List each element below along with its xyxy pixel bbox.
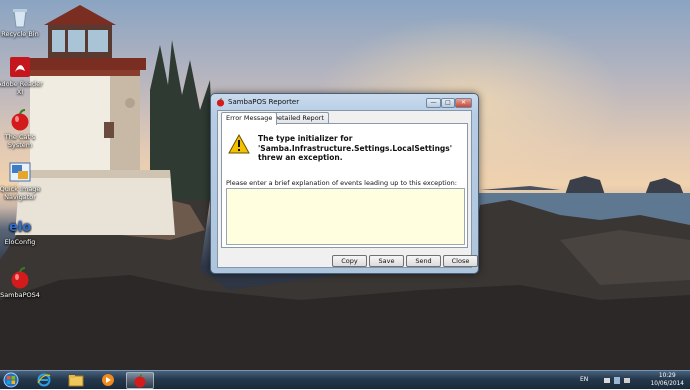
svg-text:elo: elo bbox=[9, 220, 31, 235]
error-reporter-window: SambaPOS Reporter — □ ✕ Error Message De… bbox=[210, 93, 479, 274]
start-orb-icon bbox=[3, 372, 19, 390]
maximize-button[interactable]: □ bbox=[441, 98, 455, 108]
taskbar-file-explorer[interactable] bbox=[62, 372, 90, 389]
file-explorer-icon bbox=[68, 374, 84, 389]
image-navigator-icon bbox=[8, 160, 32, 184]
desktop-icon-label: Recycle Bin bbox=[1, 30, 39, 38]
desktop-icon-cats-system[interactable]: The Cat's System bbox=[0, 108, 44, 149]
copy-button[interactable]: Copy bbox=[332, 255, 367, 267]
tab-label: Detailed Report bbox=[273, 114, 324, 122]
apple-icon bbox=[8, 266, 32, 290]
start-button[interactable] bbox=[2, 372, 20, 389]
adobe-reader-icon bbox=[8, 55, 32, 79]
window-title: SambaPOS Reporter bbox=[228, 98, 300, 106]
desktop-icon-label: Adobe Reader XI bbox=[0, 80, 43, 96]
close-button-label: Close bbox=[451, 257, 470, 265]
internet-explorer-icon bbox=[37, 373, 51, 389]
close-icon: ✕ bbox=[460, 99, 467, 106]
title-bar[interactable]: SambaPOS Reporter — □ ✕ bbox=[215, 97, 472, 109]
close-window-button[interactable]: ✕ bbox=[455, 98, 472, 108]
minimize-icon: — bbox=[430, 99, 437, 106]
explanation-prompt: Please enter a brief explanation of even… bbox=[226, 179, 457, 187]
system-tray-icons[interactable] bbox=[603, 376, 637, 385]
explanation-input[interactable] bbox=[226, 188, 465, 245]
sambapos-icon bbox=[133, 374, 147, 390]
save-button[interactable]: Save bbox=[369, 255, 404, 267]
desktop-icon-label: Quick Image Navigator bbox=[0, 185, 41, 201]
elo-icon: elo bbox=[8, 213, 32, 237]
minimize-button[interactable]: — bbox=[426, 98, 441, 108]
send-button-label: Send bbox=[415, 257, 432, 265]
sambapos-icon bbox=[216, 97, 225, 109]
copy-button-label: Copy bbox=[341, 257, 358, 265]
close-button[interactable]: Close bbox=[443, 255, 478, 267]
desktop-icon-quick-image-navigator[interactable]: Quick Image Navigator bbox=[0, 160, 44, 201]
desktop-icon-recycle-bin[interactable]: Recycle Bin bbox=[0, 5, 44, 38]
clock-time: 10:29 bbox=[658, 373, 676, 379]
taskbar-internet-explorer[interactable] bbox=[30, 372, 58, 389]
apple-icon bbox=[8, 108, 32, 132]
desktop-icon-label: EloConfig bbox=[4, 238, 36, 246]
recycle-bin-icon bbox=[8, 5, 32, 29]
send-button[interactable]: Send bbox=[406, 255, 441, 267]
save-button-label: Save bbox=[378, 257, 395, 265]
window-client-area: Error Message Detailed Report The type i… bbox=[217, 110, 478, 268]
taskbar-sambapos[interactable] bbox=[126, 372, 154, 389]
desktop-icon-adobe-reader[interactable]: Adobe Reader XI bbox=[0, 55, 44, 96]
system-clock[interactable]: 10:29 10/06/2014 bbox=[651, 372, 684, 388]
error-message-panel: The type initializer for 'Samba.Infrastr… bbox=[221, 123, 468, 248]
desktop-icon-eloconfig[interactable]: elo EloConfig bbox=[0, 213, 44, 246]
error-message-text: The type initializer for 'Samba.Infrastr… bbox=[258, 134, 453, 162]
desktop-icon-sambapos4[interactable]: SambaPOS4 bbox=[0, 266, 44, 299]
taskbar: EN 10:29 10/06/2014 bbox=[0, 370, 690, 389]
language-indicator[interactable]: EN bbox=[580, 376, 588, 383]
desktop-icon-label: SambaPOS4 bbox=[0, 291, 40, 299]
clock-date: 10/06/2014 bbox=[650, 381, 684, 387]
media-player-icon bbox=[101, 373, 115, 389]
tab-label: Error Message bbox=[226, 114, 273, 122]
taskbar-media-player[interactable] bbox=[94, 372, 122, 389]
maximize-icon: □ bbox=[445, 99, 451, 106]
warning-icon bbox=[228, 133, 250, 156]
tab-error-message[interactable]: Error Message bbox=[221, 112, 278, 125]
desktop-icon-label: The Cat's System bbox=[4, 133, 36, 149]
